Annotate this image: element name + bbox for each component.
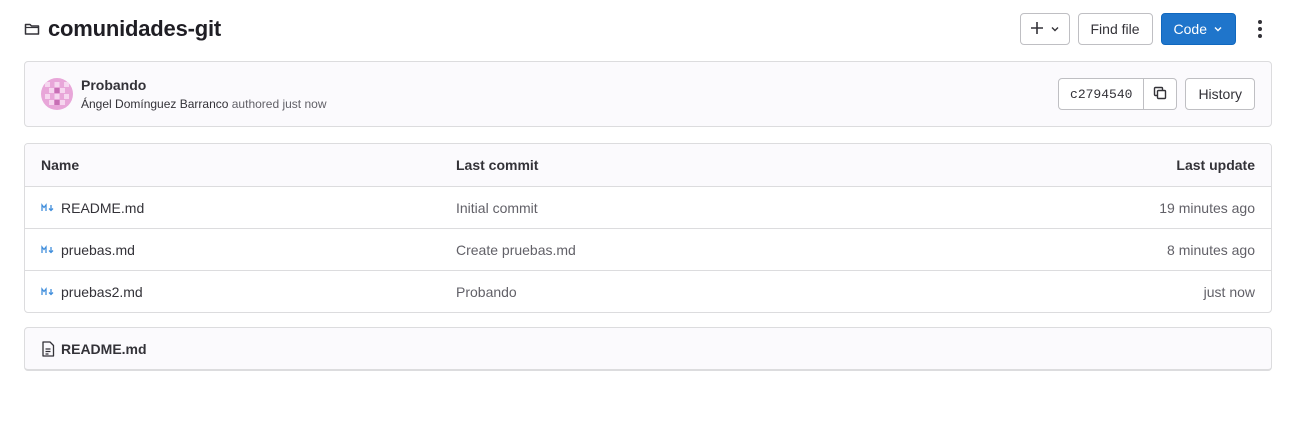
file-last-commit[interactable]: Probando xyxy=(456,284,1204,300)
history-button[interactable]: History xyxy=(1185,78,1255,110)
file-last-update: 8 minutes ago xyxy=(1167,241,1255,258)
column-header-name: Name xyxy=(41,157,80,173)
markdown-icon xyxy=(41,244,55,255)
plus-icon xyxy=(1030,21,1044,38)
file-last-update: 19 minutes ago xyxy=(1159,199,1255,216)
code-button-label: Code xyxy=(1173,21,1207,37)
markdown-icon xyxy=(41,202,55,213)
more-actions-icon[interactable] xyxy=(1248,13,1272,45)
table-row: pruebas.md Create pruebas.md 8 minutes a… xyxy=(25,228,1271,270)
file-link[interactable]: pruebas.md xyxy=(61,242,135,258)
file-link[interactable]: README.md xyxy=(61,200,144,216)
commit-sha-group: c2794540 xyxy=(1058,78,1178,110)
header-actions: Find file Code xyxy=(1019,13,1273,45)
commit-info: Probando Ángel Domínguez Barranco author… xyxy=(81,77,326,111)
add-dropdown-button[interactable] xyxy=(1019,13,1070,45)
copy-icon xyxy=(1153,86,1167,103)
document-icon xyxy=(41,340,55,357)
copy-sha-button[interactable] xyxy=(1144,78,1178,110)
column-header-last-commit: Last commit xyxy=(456,157,539,173)
commit-title[interactable]: Probando xyxy=(81,77,326,93)
readme-title[interactable]: README.md xyxy=(61,341,147,357)
folder-icon xyxy=(24,21,40,37)
find-file-button[interactable]: Find file xyxy=(1077,13,1153,45)
repo-header: comunidades-git Find file Code xyxy=(24,10,1272,48)
last-commit-panel: Probando Ángel Domínguez Barranco author… xyxy=(24,61,1272,127)
file-name-cell: README.md xyxy=(41,200,456,216)
file-last-commit[interactable]: Create pruebas.md xyxy=(456,242,1167,258)
commit-sha[interactable]: c2794540 xyxy=(1058,78,1145,110)
file-last-update: just now xyxy=(1203,283,1255,300)
commit-author[interactable]: Ángel Domínguez Barranco xyxy=(81,97,228,111)
column-header-last-update: Last update xyxy=(1176,157,1255,173)
file-name-cell: pruebas2.md xyxy=(41,284,456,300)
avatar[interactable] xyxy=(41,78,73,110)
commit-meta: Ángel Domínguez Barranco authored just n… xyxy=(81,97,326,111)
table-row: README.md Initial commit 19 minutes ago xyxy=(25,186,1271,228)
table-row: pruebas2.md Probando just now xyxy=(25,270,1271,312)
file-last-commit[interactable]: Initial commit xyxy=(456,200,1159,216)
markdown-icon xyxy=(41,286,55,297)
commit-actions: c2794540 History xyxy=(1058,78,1255,110)
commit-meta-suffix: authored just now xyxy=(228,97,327,111)
table-header-row: Name Last commit Last update xyxy=(25,144,1271,186)
file-name-cell: pruebas.md xyxy=(41,242,456,258)
chevron-down-icon xyxy=(1213,21,1223,37)
file-tree-table: Name Last commit Last update README.md I… xyxy=(24,143,1272,313)
readme-panel: README.md xyxy=(24,327,1272,371)
code-button[interactable]: Code xyxy=(1160,13,1236,45)
page-title: comunidades-git xyxy=(48,16,222,41)
file-link[interactable]: pruebas2.md xyxy=(61,284,143,300)
chevron-down-icon xyxy=(1050,21,1060,37)
